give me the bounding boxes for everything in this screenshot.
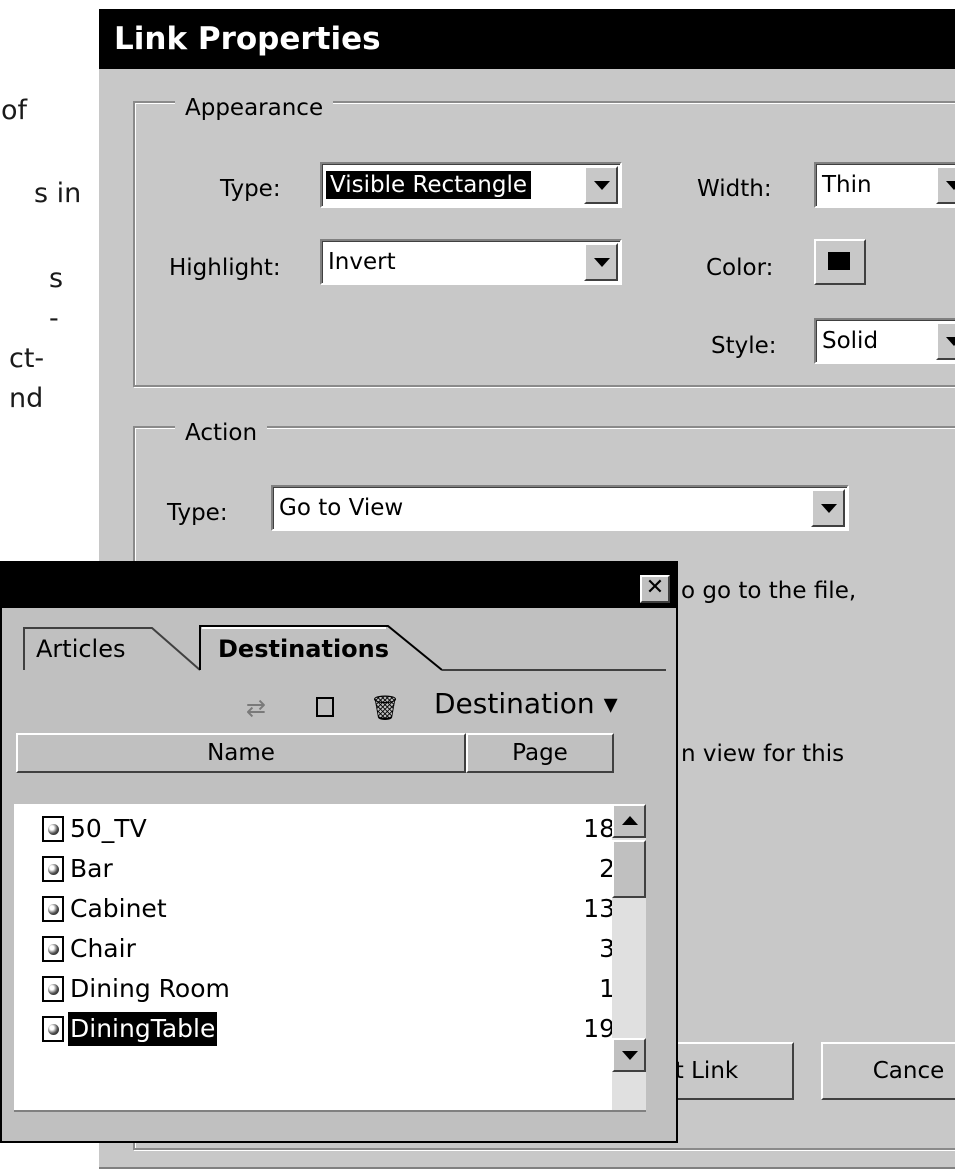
dropdown-arrow-icon[interactable] (584, 243, 618, 281)
trash-icon[interactable]: 🗑 (370, 693, 400, 723)
dropdown-arrow-icon[interactable] (584, 166, 618, 204)
destination-icon (42, 976, 64, 1002)
destination-page: 19 (583, 1014, 615, 1043)
destination-icon (42, 856, 64, 882)
dialog-title: Link Properties (99, 9, 955, 69)
destination-page: 18 (583, 814, 615, 843)
width-value: Thin (822, 172, 872, 198)
destination-icon (42, 816, 64, 842)
highlight-select[interactable]: Invert (320, 239, 622, 285)
color-swatch-button[interactable] (814, 239, 866, 285)
destination-name: Bar (70, 854, 113, 883)
palette-status-bar (14, 1110, 646, 1134)
scroll-down-icon[interactable] (612, 1038, 646, 1072)
appearance-type-value: Visible Rectangle (326, 171, 532, 199)
dropdown-arrow-icon[interactable] (811, 489, 845, 527)
action-type-value: Go to View (279, 495, 404, 521)
list-item[interactable]: 50_TV 18 (14, 810, 639, 850)
action-type-select[interactable]: Go to View (271, 485, 849, 531)
refresh-icon[interactable]: ⇄ (246, 693, 266, 723)
action-legend: Action (175, 418, 268, 448)
appearance-legend: Appearance (175, 93, 334, 123)
background-text-line: of (1, 95, 28, 126)
column-header-name[interactable]: Name (16, 733, 466, 773)
background-text-line: s (49, 263, 64, 294)
column-header-page[interactable]: Page (466, 733, 614, 773)
color-label: Color: (706, 255, 774, 281)
destination-page: 13 (583, 894, 615, 923)
destination-icon (42, 896, 64, 922)
destination-name: Cabinet (70, 894, 167, 923)
scroll-thumb[interactable] (612, 840, 646, 898)
destination-icon (42, 1016, 64, 1042)
action-type-label: Type: (167, 500, 228, 526)
dropdown-arrow-icon[interactable] (936, 322, 955, 360)
color-swatch (828, 252, 850, 270)
action-instructions-text: o go to the file, (681, 578, 857, 604)
dropdown-arrow-icon[interactable] (936, 166, 955, 204)
width-label: Width: (697, 176, 772, 202)
style-value: Solid (822, 328, 879, 354)
list-item-selected[interactable]: DiningTable 19 (14, 1010, 639, 1050)
list-scrollbar[interactable] (612, 804, 646, 1110)
list-item[interactable]: Cabinet 13 (14, 890, 639, 930)
style-select[interactable]: Solid (814, 318, 955, 364)
list-item[interactable]: Bar 2 (14, 850, 639, 890)
background-text-line: - (49, 303, 59, 334)
palette-titlebar: ✕ (2, 563, 676, 608)
cancel-button[interactable]: Cance (821, 1042, 955, 1100)
new-destination-icon[interactable] (316, 697, 334, 717)
destination-name: 50_TV (70, 814, 147, 843)
destination-menu[interactable]: Destination ▾ (434, 689, 618, 719)
background-text-line: s in (34, 178, 82, 209)
list-item[interactable]: Dining Room 1 (14, 970, 639, 1010)
tab-articles[interactable]: Articles (36, 629, 126, 669)
background-text-line: nd (9, 383, 44, 414)
close-icon[interactable]: ✕ (640, 575, 670, 603)
list-item[interactable]: Chair 3 (14, 930, 639, 970)
highlight-value: Invert (328, 249, 396, 275)
background-text-line: ct- (9, 343, 45, 374)
destination-name: Dining Room (70, 974, 230, 1003)
action-instructions-text-2: n view for this (681, 741, 845, 767)
highlight-label: Highlight: (169, 255, 281, 281)
scroll-up-icon[interactable] (612, 804, 646, 838)
destination-icon (42, 936, 64, 962)
destination-name: Chair (70, 934, 136, 963)
appearance-type-label: Type: (220, 176, 281, 202)
destinations-list: 50_TV 18 Bar 2 Cabinet 13 Chair 3 Dining… (14, 804, 639, 1110)
tab-destinations[interactable]: Destinations (218, 629, 389, 669)
width-select[interactable]: Thin (814, 162, 955, 208)
destination-name: DiningTable (66, 1011, 219, 1047)
appearance-type-select[interactable]: Visible Rectangle (320, 162, 622, 208)
style-label: Style: (711, 333, 777, 359)
